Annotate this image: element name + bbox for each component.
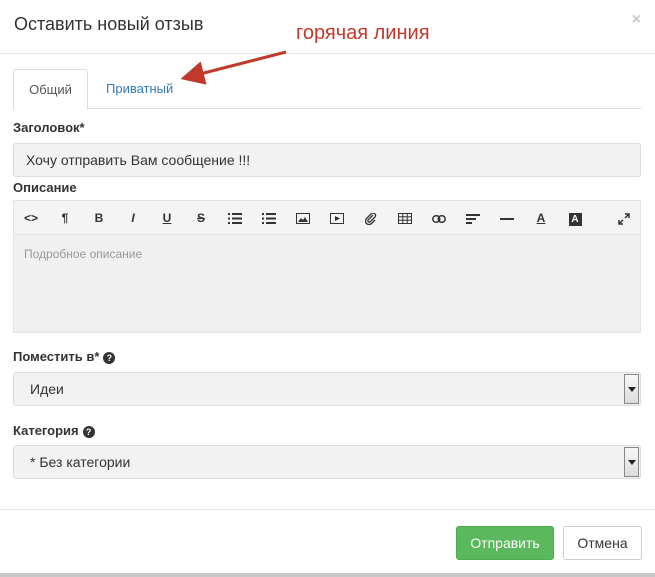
category-label: Категория? — [13, 423, 95, 438]
modal-title: Оставить новый отзыв — [14, 14, 204, 34]
paragraph-icon[interactable]: ¶ — [53, 201, 77, 235]
feedback-modal: Оставить новый отзыв × горячая линия Общ… — [0, 0, 655, 577]
category-label-text: Категория — [13, 423, 79, 438]
attachment-icon[interactable] — [359, 201, 383, 235]
subject-label: Заголовок* — [13, 120, 85, 135]
background-color-icon[interactable]: A — [563, 201, 587, 235]
code-icon[interactable]: <> — [19, 201, 43, 235]
place-select[interactable]: Идеи — [13, 372, 641, 406]
fullscreen-icon[interactable] — [612, 201, 636, 235]
numbered-list-icon[interactable] — [257, 201, 281, 235]
underline-icon[interactable]: U — [155, 201, 179, 235]
description-editor: <> ¶ B I U S A A Подробное описание — [13, 200, 641, 333]
bottom-divider — [0, 573, 655, 577]
annotation-hotline: горячая линия — [296, 22, 430, 44]
place-selected-value: Идеи — [30, 381, 64, 397]
link-icon[interactable] — [427, 201, 451, 235]
chevron-down-icon[interactable] — [624, 374, 639, 404]
tab-private[interactable]: Приватный — [91, 69, 188, 109]
italic-icon[interactable]: I — [121, 201, 145, 235]
video-icon[interactable] — [325, 201, 349, 235]
help-icon[interactable]: ? — [103, 352, 116, 364]
place-label-text: Поместить в* — [13, 349, 100, 364]
editor-toolbar: <> ¶ B I U S A A — [14, 201, 640, 235]
align-icon[interactable] — [461, 201, 485, 235]
modal-footer: Отправить Отмена — [0, 509, 655, 577]
chevron-down-icon[interactable] — [624, 447, 639, 477]
help-icon[interactable]: ? — [82, 426, 95, 438]
bold-icon[interactable]: B — [87, 201, 111, 235]
place-label: Поместить в*? — [13, 349, 116, 364]
submit-button[interactable]: Отправить — [456, 526, 554, 560]
category-select[interactable]: * Без категории — [13, 445, 641, 479]
image-icon[interactable] — [291, 201, 315, 235]
cancel-button[interactable]: Отмена — [563, 526, 642, 560]
tab-general[interactable]: Общий — [13, 69, 88, 110]
background-color-glyph: A — [568, 213, 582, 226]
description-label: Описание — [13, 180, 77, 195]
description-textarea[interactable]: Подробное описание — [14, 235, 640, 332]
horizontal-rule-icon[interactable] — [495, 201, 519, 235]
table-icon[interactable] — [393, 201, 417, 235]
tabs: Общий Приватный — [13, 69, 641, 110]
close-icon[interactable]: × — [632, 11, 641, 29]
category-selected-value: * Без категории — [30, 454, 131, 470]
bulleted-list-icon[interactable] — [223, 201, 247, 235]
subject-input[interactable]: Хочу отправить Вам сообщение !!! — [13, 143, 641, 177]
font-color-icon[interactable]: A — [529, 201, 553, 235]
strikethrough-icon[interactable]: S — [189, 201, 213, 235]
